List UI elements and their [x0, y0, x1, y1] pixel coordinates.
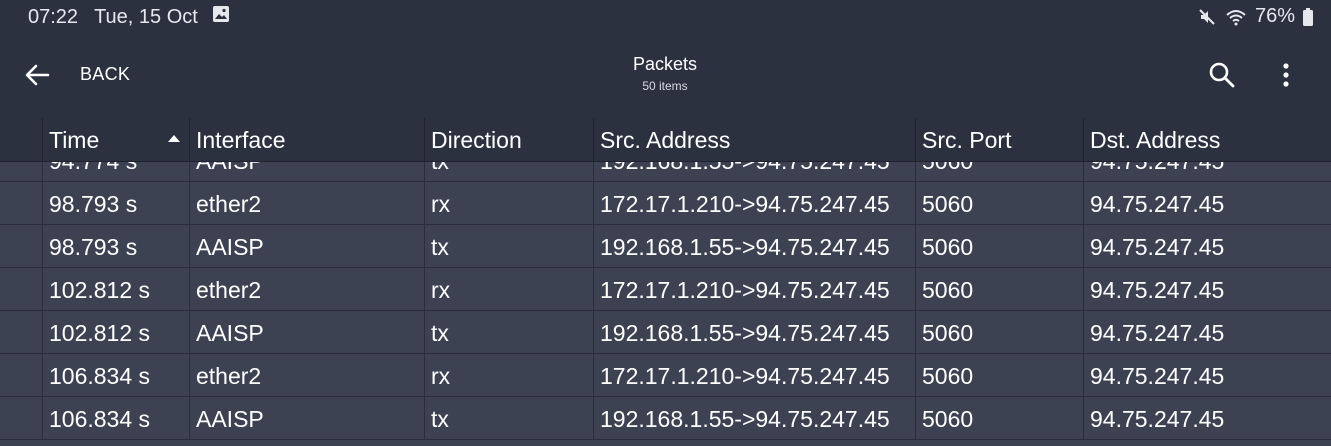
page-title-block: Packets 50 items: [565, 54, 765, 93]
gallery-notification-icon: [212, 5, 230, 29]
status-bar: 07:22 Tue, 15 Oct 76%: [0, 0, 1331, 34]
cell-direction: tx: [424, 397, 593, 440]
battery-icon: [1303, 7, 1313, 26]
row-leading-cell: [0, 311, 42, 354]
cell-direction: tx: [424, 225, 593, 268]
status-time: 07:22: [28, 5, 79, 28]
cell-interface: AAISP: [189, 225, 425, 268]
column-header-label: Time: [49, 127, 100, 153]
cell-time: 106.834 s: [42, 397, 190, 440]
row-leading-cell: [0, 268, 42, 311]
cell-src-address: 172.17.1.210->94.75.247.45: [593, 354, 915, 397]
more-options-icon[interactable]: [1272, 60, 1300, 90]
cell-src-address: 192.168.1.55->94.75.247.45: [593, 311, 915, 354]
back-button[interactable]: BACK: [80, 64, 130, 85]
app-bar: BACK Packets 50 items: [0, 34, 1331, 118]
cell-dst-address: 94.75.247.45: [1083, 268, 1331, 311]
table-row[interactable]: 102.812 s ether2 rx 172.17.1.210->94.75.247…: [0, 268, 1331, 311]
cell-dst-address: 94.75.247.45: [1083, 354, 1331, 397]
cell-time: 102.812 s: [42, 311, 190, 354]
table-row[interactable]: 98.793 s AAISP tx 192.168.1.55->94.75.247.4…: [0, 225, 1331, 268]
table-row[interactable]: 106.834 s ether2 rx 172.17.1.210->94.75.247…: [0, 354, 1331, 397]
cell-time: 106.834 s: [42, 354, 190, 397]
cell-src-port: 5060: [915, 311, 1083, 354]
cell-src-address: 192.168.1.55->94.75.247.45: [593, 225, 915, 268]
cell-time: 98.793 s: [42, 182, 190, 225]
cell-direction: tx: [424, 311, 593, 354]
cell-interface: AAISP: [189, 311, 425, 354]
cell-direction: rx: [424, 354, 593, 397]
cell-dst-address: 94.75.247.45: [1083, 311, 1331, 354]
sort-ascending-icon: [168, 135, 180, 142]
cell-dst-address: 94.75.247.45: [1083, 182, 1331, 225]
column-header-src-port[interactable]: Src. Port: [915, 118, 1083, 161]
cell-interface: AAISP: [189, 397, 425, 440]
back-arrow-icon[interactable]: [22, 60, 52, 90]
packets-table: 94.774 sAAISPtx192.168.1.55->94.75.247.4…: [0, 118, 1331, 446]
table-row[interactable]: 98.793 s ether2 rx 172.17.1.210->94.75.247.…: [0, 182, 1331, 225]
cell-time: 98.793 s: [42, 225, 190, 268]
row-leading-cell: [0, 397, 42, 440]
cell-dst-address: 94.75.247.45: [1083, 397, 1331, 440]
cell-dst-address: 94.75.247.45: [1083, 225, 1331, 268]
search-icon[interactable]: [1207, 60, 1237, 90]
column-header-dst-address[interactable]: Dst. Address: [1083, 118, 1331, 161]
cell-direction: rx: [424, 182, 593, 225]
column-header-direction[interactable]: Direction: [424, 118, 593, 161]
column-header-time[interactable]: Time: [42, 118, 190, 161]
cell-src-port: 5060: [915, 268, 1083, 311]
column-header-src-address[interactable]: Src. Address: [593, 118, 915, 161]
cell-src-address: 192.168.1.55->94.75.247.45: [593, 397, 915, 440]
cell-src-address: 172.17.1.210->94.75.247.45: [593, 268, 915, 311]
cell-direction: rx: [424, 268, 593, 311]
row-leading-cell: [0, 225, 42, 268]
row-leading-cell: [0, 354, 42, 397]
cell-time: 102.812 s: [42, 268, 190, 311]
wifi-icon: [1225, 7, 1247, 27]
cell-src-address: 172.17.1.210->94.75.247.45: [593, 182, 915, 225]
item-count: 50 items: [642, 79, 688, 93]
column-header-interface[interactable]: Interface: [189, 118, 425, 161]
table-row[interactable]: 106.834 s AAISP tx 192.168.1.55->94.75.247.…: [0, 397, 1331, 440]
cell-src-port: 5060: [915, 225, 1083, 268]
cell-src-port: 5060: [915, 182, 1083, 225]
row-leading-cell: [0, 182, 42, 225]
cell-src-port: 5060: [915, 397, 1083, 440]
mute-icon: [1197, 7, 1217, 27]
cell-src-port: 5060: [915, 354, 1083, 397]
header-spacer: [0, 118, 42, 161]
cell-interface: ether2: [189, 268, 425, 311]
status-date: Tue, 15 Oct: [94, 5, 198, 28]
battery-level: 76%: [1254, 5, 1295, 27]
cell-interface: ether2: [189, 182, 425, 225]
table-row[interactable]: 102.812 s AAISP tx 192.168.1.55->94.75.247.…: [0, 311, 1331, 354]
table-header: Time Interface Direction Src. Address Sr…: [0, 118, 1331, 162]
page-title: Packets: [632, 54, 698, 74]
cell-interface: ether2: [189, 354, 425, 397]
